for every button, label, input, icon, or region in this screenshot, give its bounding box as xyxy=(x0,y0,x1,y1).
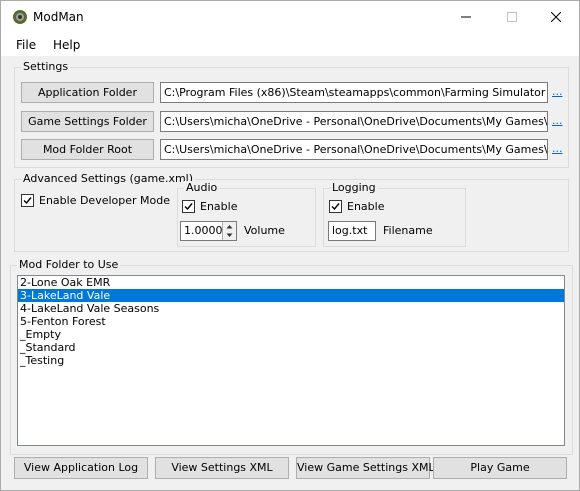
app-window: ModMan File Help Settings Application Fo… xyxy=(0,0,580,491)
volume-stepper[interactable]: 1.0000 xyxy=(180,221,237,241)
mod-folder-root-browse[interactable]: ... xyxy=(552,142,563,155)
menu-file[interactable]: File xyxy=(16,38,36,52)
tractor-icon xyxy=(13,10,27,24)
window-title: ModMan xyxy=(33,10,84,24)
application-folder-browse[interactable]: ... xyxy=(552,85,563,98)
list-item[interactable]: _Testing xyxy=(18,354,564,367)
list-item[interactable]: 2-Lone Oak EMR xyxy=(18,276,564,289)
title-bar: ModMan xyxy=(1,1,579,32)
application-folder-field[interactable]: C:\Program Files (x86)\Steam\steamapps\c… xyxy=(160,82,548,103)
maximize-icon xyxy=(507,11,517,22)
logging-group-label: Logging xyxy=(330,181,378,194)
minimize-button[interactable] xyxy=(443,1,489,32)
logging-enable-checkbox[interactable] xyxy=(329,200,342,213)
filename-field[interactable]: log.txt xyxy=(328,221,376,241)
checkmark-icon xyxy=(184,203,193,211)
view-game-settings-xml-button[interactable]: View Game Settings XML xyxy=(296,457,435,479)
developer-mode-checkbox[interactable] xyxy=(21,194,34,207)
game-settings-folder-browse[interactable]: ... xyxy=(552,114,563,127)
settings-group: Settings Application Folder C:\Program F… xyxy=(14,60,569,168)
audio-group-label: Audio xyxy=(184,181,220,194)
list-item[interactable]: 5-Fenton Forest xyxy=(18,315,564,328)
spin-down-icon xyxy=(226,233,233,237)
filename-label: Filename xyxy=(383,224,433,237)
audio-enable-checkbox[interactable] xyxy=(182,200,195,213)
checkmark-icon xyxy=(331,203,340,211)
list-item[interactable]: _Empty xyxy=(18,328,564,341)
game-settings-folder-field[interactable]: C:\Users\micha\OneDrive - Personal\OneDr… xyxy=(160,111,548,132)
view-settings-xml-button[interactable]: View Settings XML xyxy=(155,457,289,479)
advanced-settings-label: Advanced Settings (game.xml) xyxy=(21,172,196,185)
close-button[interactable] xyxy=(533,1,579,32)
logging-group: Logging Enable log.txt Filename xyxy=(323,181,466,247)
list-item[interactable]: 4-LakeLand Vale Seasons xyxy=(18,302,564,315)
audio-group: Audio Enable 1.0000 Volume xyxy=(177,181,316,247)
menu-bar: File Help xyxy=(1,32,579,56)
minimize-icon xyxy=(461,16,471,17)
view-application-log-button[interactable]: View Application Log xyxy=(14,457,148,479)
menu-help[interactable]: Help xyxy=(53,38,80,52)
play-game-button[interactable]: Play Game xyxy=(433,457,567,479)
settings-group-label: Settings xyxy=(21,60,71,73)
logging-enable-label: Enable xyxy=(347,200,385,213)
audio-enable-label: Enable xyxy=(200,200,238,213)
close-icon xyxy=(550,11,562,22)
spin-up-icon xyxy=(226,225,233,229)
application-folder-button[interactable]: Application Folder xyxy=(21,82,154,103)
mod-folder-label: Mod Folder to Use xyxy=(17,258,121,271)
list-item-selected[interactable]: 3-LakeLand Vale xyxy=(18,289,564,302)
mod-folder-list[interactable]: 2-Lone Oak EMR 3-LakeLand Vale 4-LakeLan… xyxy=(17,275,565,446)
list-item[interactable]: _Standard xyxy=(18,341,564,354)
volume-spin-buttons[interactable] xyxy=(222,222,236,240)
checkmark-icon xyxy=(23,197,32,205)
mod-folder-root-button[interactable]: Mod Folder Root xyxy=(21,139,154,160)
volume-value: 1.0000 xyxy=(184,224,223,237)
volume-label: Volume xyxy=(244,224,285,237)
maximize-button[interactable] xyxy=(489,1,535,32)
advanced-settings-group: Advanced Settings (game.xml) Enable Deve… xyxy=(14,172,569,252)
game-settings-folder-button[interactable]: Game Settings Folder xyxy=(21,111,154,132)
developer-mode-label: Enable Developer Mode xyxy=(39,194,171,207)
mod-folder-root-field[interactable]: C:\Users\micha\OneDrive - Personal\OneDr… xyxy=(160,139,548,160)
